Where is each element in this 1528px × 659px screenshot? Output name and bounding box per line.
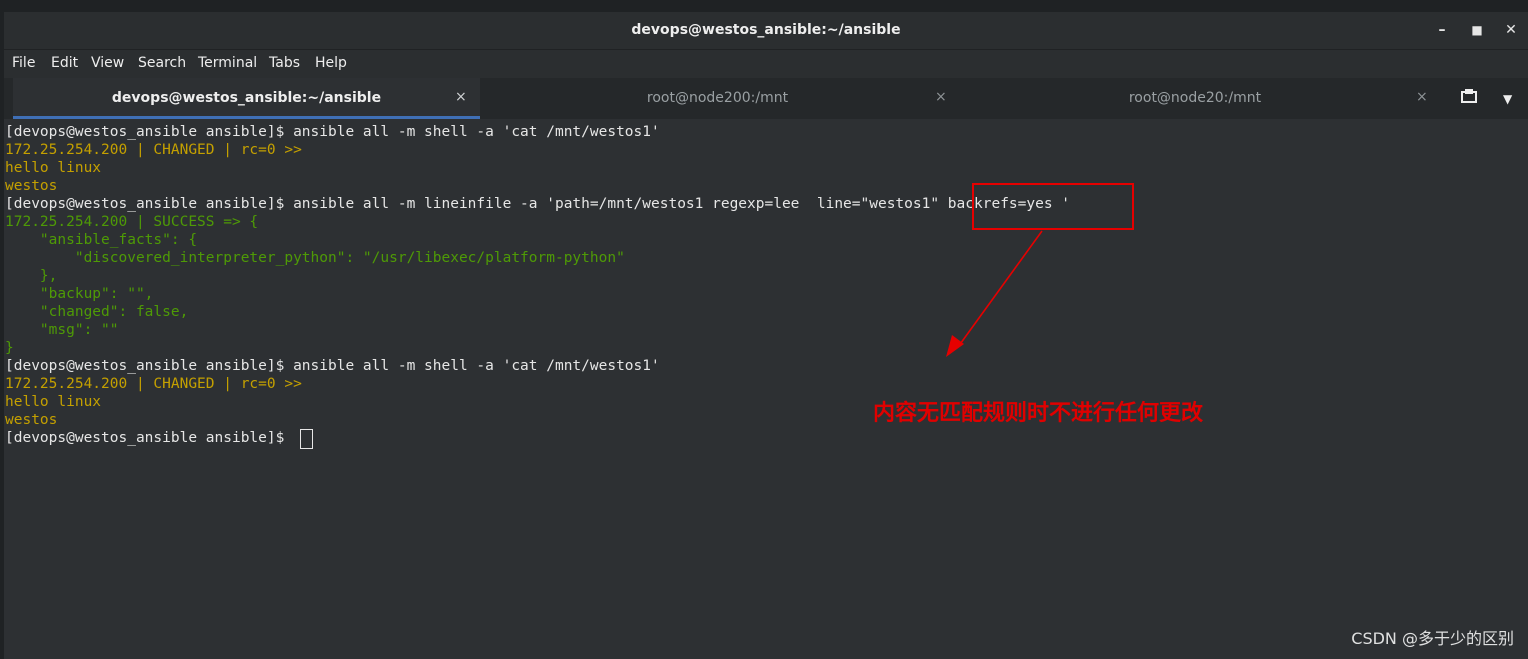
terminal-cursor [300, 429, 313, 449]
terminal-line: 172.25.254.200 | CHANGED | rc=0 >> [5, 142, 302, 158]
annotation-text: 内容无匹配规则时不进行任何更改 [873, 401, 1204, 426]
terminal-line: hello linux [5, 394, 102, 410]
terminal-line: 172.25.254.200 | SUCCESS => { [5, 214, 259, 230]
menu-file[interactable]: File [12, 55, 35, 71]
terminal-line: "msg": "" [5, 322, 119, 338]
terminal-line: [devops@westos_ansible ansible]$ [5, 430, 294, 446]
terminal-line: "backup": "", [5, 286, 154, 302]
tab-node20[interactable]: root@node20:/mnt × [955, 78, 1435, 119]
terminal-line: "changed": false, [5, 304, 189, 320]
terminal-line: "discovered_interpreter_python": "/usr/l… [5, 250, 625, 266]
terminal-line: westos [5, 412, 58, 428]
annotation-arrow-icon [946, 230, 1043, 357]
title-bar[interactable]: devops@westos_ansible:~/ansible – ■ ✕ [4, 12, 1528, 50]
highlight-box [972, 183, 1134, 230]
menu-help[interactable]: Help [315, 55, 347, 71]
tab-label: root@node20:/mnt [1128, 90, 1262, 106]
tab-node200[interactable]: root@node200:/mnt × [481, 78, 954, 119]
terminal-line: [devops@westos_ansible ansible]$ ansible… [5, 358, 660, 374]
menu-search[interactable]: Search [138, 55, 186, 71]
close-icon[interactable]: ✕ [1501, 20, 1521, 40]
tab-close-icon[interactable]: × [935, 89, 947, 105]
terminal-line: hello linux [5, 160, 102, 176]
terminal-line: [devops@westos_ansible ansible]$ ansible… [5, 124, 660, 140]
new-tab-icon[interactable] [1460, 89, 1478, 109]
menu-bar: File Edit View Search Terminal Tabs Help [4, 50, 1528, 78]
tab-close-icon[interactable]: × [455, 89, 467, 105]
menu-tabs[interactable]: Tabs [269, 55, 300, 71]
terminal-content[interactable]: [devops@westos_ansible ansible]$ ansible… [4, 119, 1528, 659]
menu-terminal[interactable]: Terminal [198, 55, 257, 71]
terminal-line: westos [5, 178, 58, 194]
menu-view[interactable]: View [91, 55, 124, 71]
terminal-line: 172.25.254.200 | CHANGED | rc=0 >> [5, 376, 302, 392]
window-title: devops@westos_ansible:~/ansible [631, 22, 901, 38]
maximize-icon[interactable]: ■ [1467, 20, 1487, 40]
terminal-window: devops@westos_ansible:~/ansible – ■ ✕ Fi… [4, 12, 1528, 659]
tab-bar: devops@westos_ansible:~/ansible × root@n… [4, 78, 1528, 119]
tab-label: root@node200:/mnt [646, 90, 789, 106]
minimize-icon[interactable]: – [1432, 20, 1452, 40]
terminal-line: } [5, 340, 14, 356]
tab-devops-ansible[interactable]: devops@westos_ansible:~/ansible × [13, 78, 480, 119]
tab-close-icon[interactable]: × [1416, 89, 1428, 105]
terminal-line: [devops@westos_ansible ansible]$ ansible… [5, 196, 1071, 212]
tab-menu-icon[interactable]: ▼ [1503, 92, 1512, 106]
menu-edit[interactable]: Edit [51, 55, 78, 71]
terminal-line: }, [5, 268, 58, 284]
terminal-line: "ansible_facts": { [5, 232, 198, 248]
watermark: CSDN @多于少的区别 [1351, 629, 1514, 648]
tab-label: devops@westos_ansible:~/ansible [111, 90, 382, 106]
